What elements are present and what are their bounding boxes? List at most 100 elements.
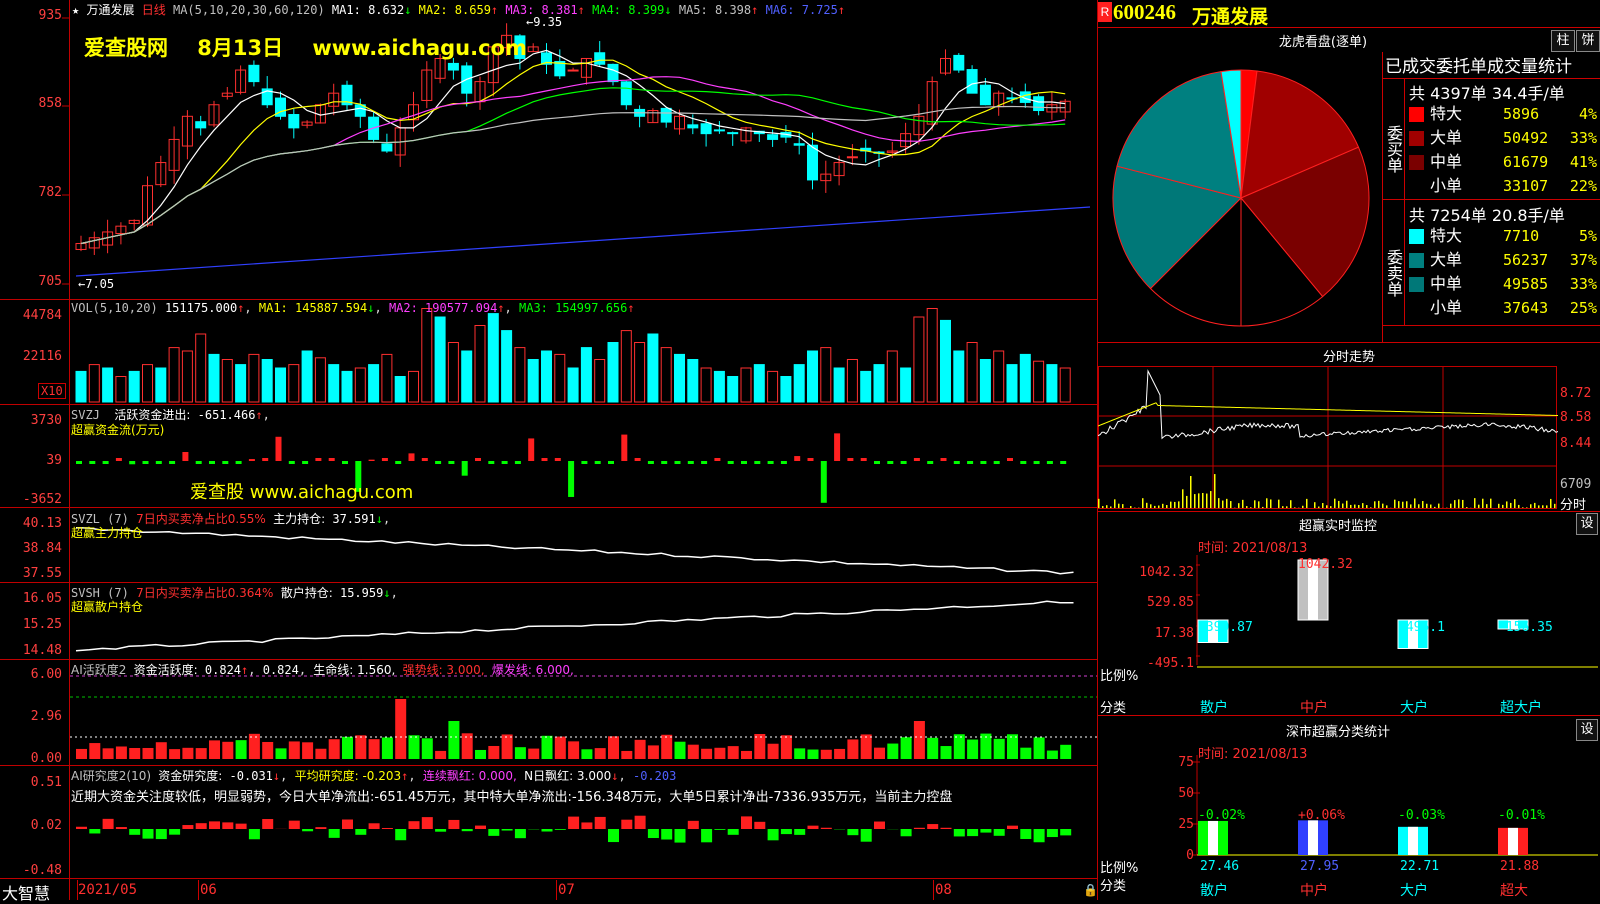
volume-bar [249, 354, 259, 402]
ai-research-bar [741, 816, 752, 829]
intraday-volume-bar [1486, 504, 1488, 508]
order-stats: 已成交委托单成交量统计 委买单 共 4397单 34.4手/单 特大58964%… [1382, 52, 1600, 342]
svzj-bar [661, 461, 667, 464]
ai-active-bar [768, 744, 779, 759]
svzj-bar [435, 461, 441, 464]
monitor-title: 超赢实时监控 [1098, 515, 1578, 534]
ai-research-bar [409, 821, 420, 829]
intraday-volume-bar [1258, 501, 1260, 508]
date-tick: 07 [558, 882, 575, 898]
period-label[interactable]: 日线 [142, 3, 166, 17]
ai-research-bar [262, 819, 273, 829]
volume-bar [515, 348, 525, 402]
ma-line [76, 207, 1090, 276]
ai-active-bar [688, 745, 699, 759]
monitor-tick: 529.85 [1124, 595, 1194, 610]
intraday-volume-bar [1526, 507, 1528, 508]
ai-research-bar [781, 829, 792, 834]
intraday-volume-bar [1270, 499, 1272, 508]
volume-bar [182, 351, 192, 402]
stat-settings-button[interactable]: 设 [1576, 719, 1598, 741]
ma1-value: 8.632 [368, 3, 404, 17]
svzj-bar [794, 456, 800, 461]
ai-research-bar [980, 829, 991, 833]
volume-bar [741, 368, 751, 402]
ai-active-bar [542, 736, 553, 759]
intraday-volume-bar [1170, 502, 1172, 508]
buy-total: 共 4397单 34.4手/单 [1409, 80, 1565, 104]
volume-bar [821, 348, 831, 402]
side-panel: R 600246 万通发展 龙虎看盘(逐单) 柱 饼 已成交委托单成交量统计 委… [1098, 0, 1600, 900]
lock-icon[interactable]: 🔒 [1083, 883, 1098, 897]
ai-active-bar [182, 748, 193, 759]
svzj-tick: -3652 [0, 492, 62, 507]
bar-view-button[interactable]: 柱 [1551, 30, 1575, 52]
svzj-bar [980, 461, 986, 464]
intraday-chart[interactable] [1098, 366, 1558, 511]
legend-swatch [1409, 229, 1424, 244]
low-price-marker: ←7.05 [78, 277, 114, 291]
order-volume: 61679 [1503, 150, 1548, 174]
ai-research-bar [249, 829, 260, 839]
intraday-volume-bar [1354, 505, 1356, 508]
volume-bar [901, 368, 911, 402]
svzj-bar [249, 459, 255, 461]
candle-body [621, 82, 631, 105]
intraday-volume-bar [1142, 498, 1144, 508]
intraday-volume-bar [1414, 498, 1416, 508]
ai-research-bar [635, 816, 646, 829]
monitor-category: 大户 [1400, 697, 1428, 717]
volume-bar [289, 365, 299, 402]
intraday-volume-bar [1538, 505, 1540, 508]
ma3-arrow: ↑ [578, 3, 585, 17]
order-volume: 7710 [1503, 224, 1539, 248]
intraday-volume-bar [1130, 506, 1132, 508]
main-chart-canvas[interactable] [0, 0, 1098, 900]
intraday-volume-bar [1506, 501, 1508, 508]
ma4-label: MA4: [592, 3, 621, 17]
ai-active-bar [409, 735, 420, 759]
order-row: 特大77105% [1407, 224, 1600, 248]
ai-active-bar [1007, 734, 1018, 759]
star-icon: ★ [72, 3, 79, 17]
intraday-volume-bar [1378, 501, 1380, 508]
ai-active-bar [143, 748, 154, 759]
intraday-volume-bar [1286, 506, 1288, 508]
ai-active-bar [329, 739, 340, 759]
monitor-settings-button[interactable]: 设 [1576, 513, 1598, 535]
order-type: 特大 [1430, 104, 1462, 123]
ai-active-bar [448, 721, 459, 759]
volume-bar [262, 360, 272, 403]
order-row: 小单3764325% [1407, 296, 1600, 320]
pie-view-button[interactable]: 饼 [1576, 30, 1600, 52]
ai-research-bar [861, 829, 872, 842]
intraday-volume-bar [1430, 505, 1432, 508]
ma6-value: 7.725 [802, 3, 838, 17]
volume-bar [409, 371, 419, 402]
ai-research-bar [1060, 829, 1071, 835]
volume-bar [302, 351, 312, 402]
ai-active-bar [129, 748, 140, 759]
svzj-bar [648, 461, 654, 464]
volume-bar [435, 317, 445, 402]
ai-research-bar [315, 827, 326, 829]
app-logo[interactable]: 大智慧 [2, 880, 50, 904]
stat-bar-highlight [1308, 820, 1318, 855]
ma6-arrow: ↑ [838, 3, 845, 17]
candle-body [382, 144, 392, 151]
svzj-bar [608, 461, 614, 464]
stat-tick: 75 [1158, 755, 1194, 770]
intraday-volume-bar [1282, 506, 1284, 508]
candle-body [794, 144, 804, 146]
ai-research-header: AI研究度2(10) 资金研究度: -0.031↓, 平均研究度: -0.203… [71, 767, 676, 784]
ai-active-bar [941, 746, 952, 759]
intraday-volume-bar [1338, 501, 1340, 508]
svzl-sub: 超赢主力持仓 [71, 524, 143, 541]
ai-research-bar [129, 829, 140, 835]
order-volume: 56237 [1503, 248, 1548, 272]
svzj-bar [714, 458, 720, 461]
ai-active-bar [502, 734, 513, 759]
svzj-bar [289, 461, 295, 464]
monitor-tick: 1042.32 [1124, 565, 1194, 580]
svzj-bar [129, 461, 135, 464]
